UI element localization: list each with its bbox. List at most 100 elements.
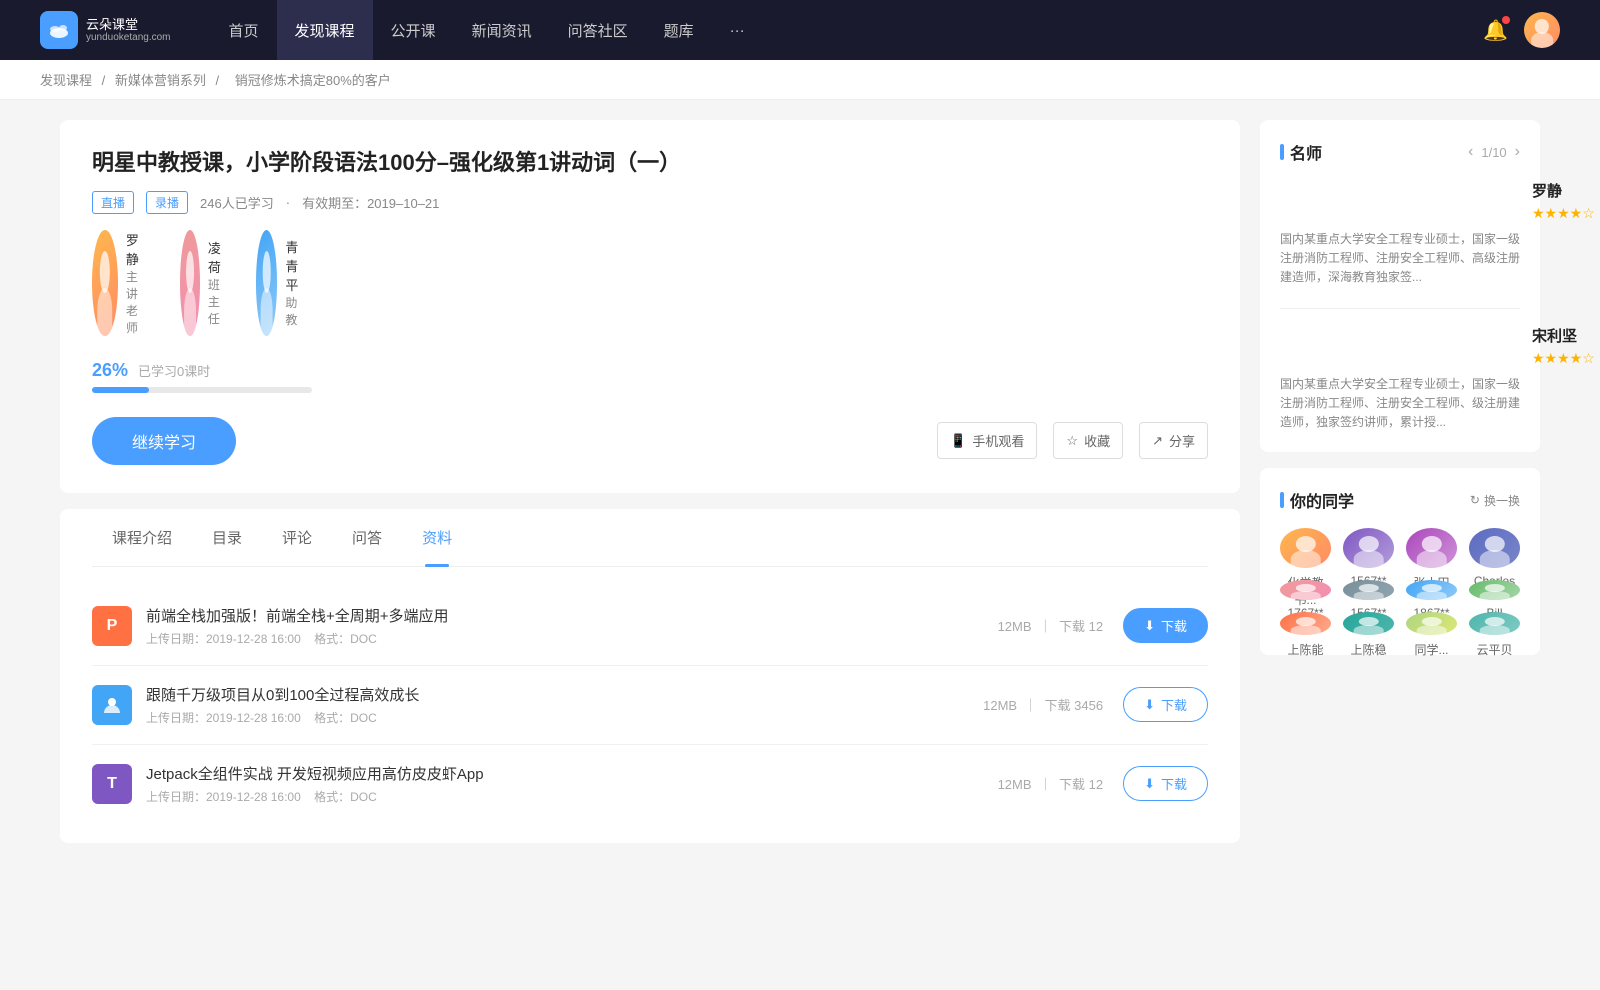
refresh-button[interactable]: ↻ 换一换 bbox=[1470, 492, 1520, 509]
badge-live: 直播 bbox=[92, 191, 134, 214]
teacher-2-role: 班主任 bbox=[208, 276, 224, 327]
download-label-2: 下载 bbox=[1161, 695, 1187, 714]
teacher-1-name: 罗静 bbox=[126, 230, 148, 268]
teachers-panel-nav: ‹ 1/10 › bbox=[1468, 143, 1520, 161]
classmate-name-12: 云平贝 bbox=[1469, 641, 1520, 658]
classmate-3[interactable]: 张小田 bbox=[1406, 528, 1457, 568]
classmate-avatar-4 bbox=[1469, 528, 1520, 568]
classmate-avatar-7 bbox=[1406, 580, 1457, 600]
teachers-next-button[interactable]: › bbox=[1515, 143, 1520, 161]
size-2: 12MB bbox=[983, 698, 1017, 713]
nav-quiz[interactable]: 题库 bbox=[646, 0, 712, 60]
classmate-6[interactable]: 1567** bbox=[1343, 580, 1394, 600]
classmate-avatar-10 bbox=[1343, 612, 1394, 635]
teacher-2-info: 凌荷 班主任 bbox=[208, 238, 224, 327]
download-label-3: 下载 bbox=[1161, 774, 1187, 793]
teacher-panel-stars-1: ★★★★☆ bbox=[1532, 205, 1595, 222]
download-label-1: 下载 bbox=[1161, 616, 1187, 635]
classmate-4[interactable]: Charles bbox=[1469, 528, 1520, 568]
classmate-7[interactable]: 1867** bbox=[1406, 580, 1457, 600]
resource-item-3: T Jetpack全组件实战 开发短视频应用高仿皮皮虾App 上传日期：2019… bbox=[92, 745, 1208, 823]
breadcrumb-link-1[interactable]: 发现课程 bbox=[40, 73, 92, 88]
action-buttons: 📱 手机观看 ☆ 收藏 ↗ 分享 bbox=[937, 422, 1208, 459]
teacher-1: 罗静 主讲老师 bbox=[92, 230, 148, 336]
refresh-label: 换一换 bbox=[1484, 492, 1520, 509]
continue-button[interactable]: 继续学习 bbox=[92, 417, 236, 465]
tab-qa[interactable]: 问答 bbox=[332, 509, 402, 566]
download-button-1[interactable]: ⬇ 下载 bbox=[1123, 608, 1208, 643]
logo-sub: yunduoketang.com bbox=[86, 32, 171, 43]
user-avatar-nav[interactable] bbox=[1524, 12, 1560, 48]
nav-items: 首页 发现课程 公开课 新闻资讯 问答社区 题库 ··· bbox=[211, 0, 1484, 60]
classmate-8[interactable]: Bill bbox=[1469, 580, 1520, 600]
progress-note: 已学习0课时 bbox=[138, 361, 210, 380]
teacher-1-role: 主讲老师 bbox=[126, 268, 148, 336]
course-actions: 继续学习 📱 手机观看 ☆ 收藏 ↗ 分享 bbox=[92, 417, 1208, 465]
mobile-label: 手机观看 bbox=[972, 431, 1024, 450]
mobile-watch-button[interactable]: 📱 手机观看 bbox=[937, 422, 1037, 459]
download-button-2[interactable]: ⬇ 下载 bbox=[1123, 687, 1208, 722]
classmates-header: 你的同学 ↻ 换一换 bbox=[1280, 488, 1520, 512]
share-button[interactable]: ↗ 分享 bbox=[1139, 422, 1208, 459]
resource-title-2: 跟随千万级项目从0到100全过程高效成长 bbox=[146, 684, 983, 705]
download-button-3[interactable]: ⬇ 下载 bbox=[1123, 766, 1208, 801]
classmate-avatar-2 bbox=[1343, 528, 1394, 568]
classmate-avatar-1 bbox=[1280, 528, 1331, 568]
classmate-11[interactable]: 同学... bbox=[1406, 612, 1457, 635]
progress-section: 26% 已学习0课时 bbox=[92, 360, 1208, 393]
teacher-2-avatar bbox=[180, 230, 200, 336]
classmate-avatar-9 bbox=[1280, 612, 1331, 635]
teacher-panel-desc-1: 国内某重点大学安全工程专业硕士，国家一级注册消防工程师、注册安全工程师、高级注册… bbox=[1280, 230, 1520, 288]
breadcrumb-current: 销冠修炼术搞定80%的客户 bbox=[235, 73, 391, 88]
right-panel: 名师 ‹ 1/10 › 罗静 ★★★★☆ 国内某重点大学安全 bbox=[1260, 120, 1540, 843]
nav-right: 🔔 bbox=[1483, 12, 1560, 48]
resource-meta-2: 上传日期：2019-12-28 16:00 格式：DOC bbox=[146, 709, 983, 726]
tab-intro[interactable]: 课程介绍 bbox=[92, 509, 192, 566]
breadcrumb-link-2[interactable]: 新媒体营销系列 bbox=[115, 73, 206, 88]
resource-item-2: 跟随千万级项目从0到100全过程高效成长 上传日期：2019-12-28 16:… bbox=[92, 666, 1208, 745]
resource-info-1: 前端全栈加强版！前端全栈+全周期+多端应用 上传日期：2019-12-28 16… bbox=[146, 605, 998, 647]
classmate-10[interactable]: 上陈稳 bbox=[1343, 612, 1394, 635]
download-icon-3: ⬇ bbox=[1144, 776, 1155, 792]
teacher-panel-right-1: 罗静 ★★★★☆ bbox=[1532, 180, 1595, 222]
teachers-panel-header: 名师 ‹ 1/10 › bbox=[1280, 140, 1520, 164]
nav-home[interactable]: 首页 bbox=[211, 0, 277, 60]
classmates-title: 你的同学 bbox=[1280, 488, 1354, 512]
resource-item-1: P 前端全栈加强版！前端全栈+全周期+多端应用 上传日期：2019-12-28 … bbox=[92, 587, 1208, 666]
tab-resources[interactable]: 资料 bbox=[402, 509, 472, 566]
left-panel: 明星中教授课，小学阶段语法100分–强化级第1讲动词（一） 直播 录播 246人… bbox=[60, 120, 1240, 843]
classmate-9[interactable]: 上陈能 bbox=[1280, 612, 1331, 635]
classmate-2[interactable]: 1567** bbox=[1343, 528, 1394, 568]
progress-pct: 26% bbox=[92, 360, 128, 381]
downloads-2: 下载 3456 bbox=[1045, 698, 1104, 713]
breadcrumb-sep-2: / bbox=[216, 73, 223, 88]
nav-public[interactable]: 公开课 bbox=[373, 0, 454, 60]
resource-info-2: 跟随千万级项目从0到100全过程高效成长 上传日期：2019-12-28 16:… bbox=[146, 684, 983, 726]
tab-catalog[interactable]: 目录 bbox=[192, 509, 262, 566]
nav-discover[interactable]: 发现课程 bbox=[277, 0, 373, 60]
nav-more[interactable]: ··· bbox=[712, 0, 763, 60]
upload-date-3: 上传日期：2019-12-28 16:00 bbox=[146, 790, 301, 804]
logo[interactable]: 云朵课堂 yunduoketang.com bbox=[40, 11, 171, 49]
resource-icon-2 bbox=[92, 685, 132, 725]
teacher-1-info: 罗静 主讲老师 bbox=[126, 230, 148, 336]
classmate-name-10: 上陈稳 bbox=[1343, 641, 1394, 658]
tab-comments[interactable]: 评论 bbox=[262, 509, 332, 566]
teachers-prev-button[interactable]: ‹ bbox=[1468, 143, 1473, 161]
classmate-1[interactable]: 化学教书... bbox=[1280, 528, 1331, 568]
classmate-avatar-11 bbox=[1406, 612, 1457, 635]
teacher-panel-stars-2: ★★★★☆ bbox=[1532, 350, 1595, 367]
course-card: 明星中教授课，小学阶段语法100分–强化级第1讲动词（一） 直播 录播 246人… bbox=[60, 120, 1240, 493]
breadcrumb-sep-1: / bbox=[102, 73, 109, 88]
classmate-avatar-6 bbox=[1343, 580, 1394, 600]
resource-meta-3: 上传日期：2019-12-28 16:00 格式：DOC bbox=[146, 788, 998, 805]
nav-news[interactable]: 新闻资讯 bbox=[454, 0, 550, 60]
classmate-avatar-8 bbox=[1469, 580, 1520, 600]
collect-button[interactable]: ☆ 收藏 bbox=[1053, 422, 1123, 459]
resource-meta-1: 上传日期：2019-12-28 16:00 格式：DOC bbox=[146, 630, 998, 647]
bell-icon[interactable]: 🔔 bbox=[1483, 18, 1508, 43]
classmate-12[interactable]: 云平贝 bbox=[1469, 612, 1520, 635]
classmate-5[interactable]: 1767** bbox=[1280, 580, 1331, 600]
nav-qa[interactable]: 问答社区 bbox=[550, 0, 646, 60]
teacher-panel-1: 罗静 ★★★★☆ 国内某重点大学安全工程专业硕士，国家一级注册消防工程师、注册安… bbox=[1280, 180, 1520, 288]
